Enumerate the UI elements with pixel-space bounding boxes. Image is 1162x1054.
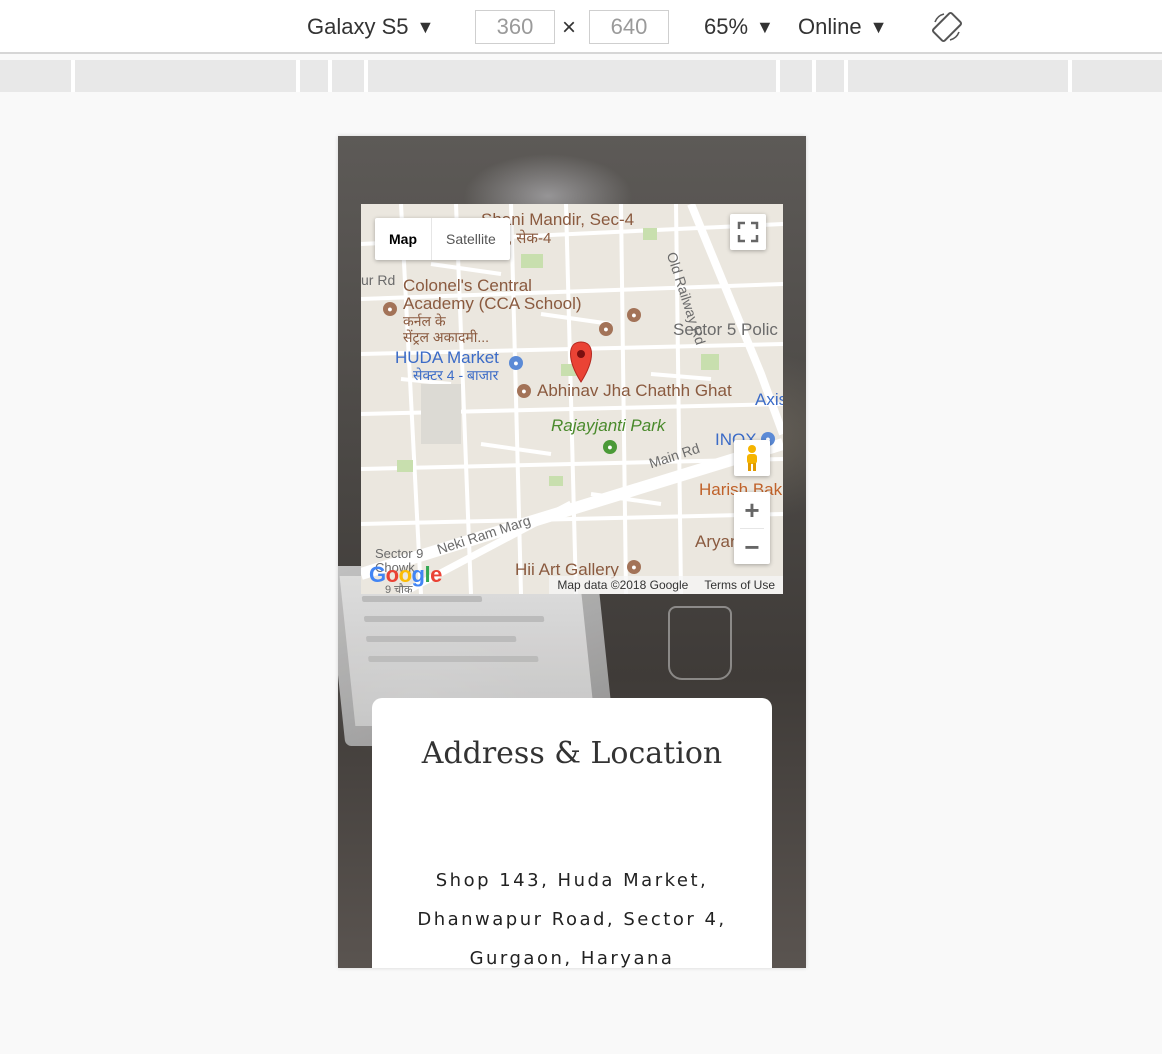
zoom-select-label: 65% — [704, 14, 749, 39]
address-line: Gurgaon, Haryana — [469, 948, 675, 968]
device-toolbar: Galaxy S5 ▼ 360 × 640 65% ▼ Online ▼ — [0, 0, 1162, 54]
laptop-screen-line — [368, 656, 539, 662]
terms-of-use-link[interactable]: Terms of Use — [696, 578, 783, 592]
ruler-divider — [328, 60, 332, 92]
map-label: सेंट्रल अकादमी... — [403, 329, 490, 345]
device-select-label: Galaxy S5 — [307, 14, 409, 39]
map-label: HUDA Market — [395, 348, 499, 367]
address-card: Address & Location Shop 143, Huda Market… — [372, 698, 772, 968]
ruler-divider — [1068, 60, 1072, 92]
map-attribution: Map data ©2018 Google Terms of Use — [549, 576, 783, 594]
ruler-divider — [776, 60, 780, 92]
map-label: Academy (CCA School) — [403, 294, 582, 313]
device-select[interactable]: Galaxy S5 ▼ — [307, 0, 434, 54]
ruler-divider — [296, 60, 300, 92]
ruler-divider — [844, 60, 848, 92]
map-label: Abhinav Jha Chathh Ghat — [537, 381, 732, 400]
ruler-divider — [71, 60, 75, 92]
network-select-label: Online — [798, 14, 862, 39]
school-icon: ● — [599, 322, 613, 336]
ruler-divider — [812, 60, 816, 92]
ruler-divider — [364, 60, 368, 92]
park-icon: ● — [603, 440, 617, 454]
google-map[interactable]: Shani Mandir, Sec-4 मंदिर, सेक-4 Old Rai… — [361, 204, 783, 594]
map-label: ur Rd — [361, 272, 396, 288]
map-label: Sector 5 Polic — [673, 320, 778, 339]
map-label: Sector 9 — [375, 546, 424, 561]
caret-down-icon: ▼ — [869, 16, 888, 37]
map-label: सेक्टर 4 - बाजार — [413, 367, 499, 383]
fullscreen-icon — [737, 221, 759, 243]
map-label: Aryan — [695, 532, 740, 551]
height-input[interactable]: 640 — [589, 10, 669, 44]
caret-down-icon: ▼ — [756, 16, 774, 37]
google-logo[interactable]: Google — [369, 562, 442, 588]
map-type-map-button[interactable]: Map — [375, 218, 432, 260]
pegman-icon — [747, 445, 757, 471]
device-viewport: Shani Mandir, Sec-4 मंदिर, सेक-4 Old Rai… — [338, 136, 806, 968]
dimension-separator-icon: × — [562, 14, 577, 41]
zoom-control: + − — [734, 492, 770, 564]
map-data-credit: Map data ©2018 Google — [557, 578, 689, 592]
shopping-icon: ● — [509, 356, 523, 370]
map-label: Colonel's Central — [403, 276, 532, 295]
place-icon: ● — [627, 308, 641, 322]
address-line: Dhanwapur Road, Sector 4, — [417, 909, 727, 930]
address-line: Shop 143, Huda Market, — [435, 870, 709, 891]
zoom-select[interactable]: 65% ▼ — [704, 0, 774, 54]
map-label: Axis — [755, 390, 783, 409]
background-glass-image — [668, 606, 732, 680]
zoom-in-button[interactable]: + — [734, 492, 770, 528]
map-type-satellite-button[interactable]: Satellite — [432, 218, 510, 260]
laptop-screen-line — [361, 596, 483, 602]
place-icon: ● — [517, 384, 531, 398]
fullscreen-button[interactable] — [730, 214, 766, 250]
rotate-device-icon[interactable] — [930, 10, 964, 44]
gallery-icon: ● — [627, 560, 641, 574]
laptop-screen-line — [363, 616, 545, 622]
map-label: Rajayjanti Park — [551, 416, 666, 435]
zoom-out-button[interactable]: − — [734, 529, 770, 565]
school-icon: ● — [383, 302, 397, 316]
network-select[interactable]: Online ▼ — [798, 0, 887, 54]
width-input[interactable]: 360 — [475, 10, 555, 44]
map-type-control: Map Satellite — [375, 218, 510, 260]
laptop-screen-line — [365, 636, 517, 642]
media-query-ruler[interactable] — [0, 60, 1162, 92]
street-view-pegman-button[interactable] — [734, 440, 770, 476]
address-heading: Address & Location — [421, 736, 723, 771]
caret-down-icon: ▼ — [416, 16, 435, 37]
